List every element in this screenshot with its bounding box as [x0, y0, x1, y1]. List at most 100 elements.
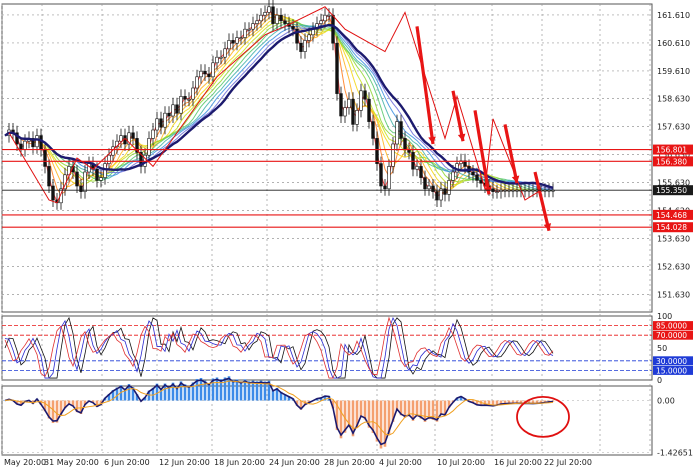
candle-down — [175, 104, 179, 114]
candle-up — [35, 135, 39, 148]
candle-up — [171, 104, 175, 117]
candle-down — [43, 149, 47, 167]
candle-down — [183, 96, 187, 100]
candle-up — [327, 14, 331, 17]
osc-y-tick: 50 — [657, 344, 667, 353]
hist-bar-positive — [239, 381, 243, 401]
candle-up — [151, 129, 155, 139]
hist-y-tick: -1.42651 — [657, 448, 693, 457]
candle-up — [263, 12, 267, 16]
hist-bar-negative — [379, 400, 383, 449]
candle-up — [187, 98, 191, 101]
candle-up — [83, 171, 87, 192]
candle-down — [79, 185, 83, 192]
candle-up — [107, 154, 111, 164]
candle-down — [291, 26, 295, 30]
candle-down — [131, 132, 135, 139]
candle-down — [231, 40, 235, 44]
hist-bar-positive — [215, 377, 219, 401]
candle-down — [51, 185, 55, 201]
candle-up — [303, 40, 307, 52]
candle-up — [495, 191, 499, 193]
candle-up — [243, 28, 247, 38]
candle-down — [203, 70, 207, 75]
y-tick-label: 160.610 — [657, 39, 690, 48]
x-tick-label: 4 Jul 20:00 — [379, 458, 422, 467]
candle-down — [423, 177, 427, 190]
candle-up — [235, 37, 239, 44]
price-level-label: 156.380 — [656, 157, 687, 166]
candle-up — [147, 138, 151, 156]
x-tick-label: 24 Jun 20:00 — [269, 458, 320, 467]
x-tick-label: 31 May 20:00 — [44, 458, 99, 467]
candle-up — [259, 14, 263, 22]
candle-up — [355, 110, 359, 125]
candle-up — [427, 185, 431, 190]
candle-up — [199, 70, 203, 78]
hist-bar-positive — [247, 381, 251, 401]
candle-up — [87, 163, 91, 173]
candle-down — [331, 14, 335, 44]
hist-bar-negative — [359, 400, 363, 418]
candle-down — [479, 180, 483, 184]
candle-down — [335, 42, 339, 94]
x-tick-label: 22 Jul 20:00 — [544, 458, 592, 467]
candle-down — [435, 191, 439, 201]
candle-down — [431, 185, 435, 192]
candle-down — [419, 166, 423, 178]
candle-up — [211, 62, 215, 78]
candle-up — [103, 163, 107, 178]
hist-y-tick: 0.00 — [657, 397, 675, 406]
candle-up — [307, 34, 311, 41]
candle-down — [367, 98, 371, 122]
candle-up — [155, 118, 159, 131]
candle-down — [383, 185, 387, 190]
hist-bar-positive — [231, 379, 235, 401]
candle-up — [223, 48, 227, 58]
candle-up — [255, 20, 259, 24]
candle-down — [339, 93, 343, 117]
candle-down — [371, 121, 375, 139]
candle-up — [99, 177, 103, 181]
candle-up — [347, 98, 351, 108]
candle-down — [19, 143, 23, 150]
candle-up — [119, 135, 123, 142]
candle-down — [411, 152, 415, 170]
hist-bar-positive — [187, 385, 191, 401]
candle-down — [375, 138, 379, 164]
candle-down — [75, 171, 79, 187]
candle-up — [219, 56, 223, 59]
candle-up — [251, 23, 255, 30]
candle-down — [271, 6, 275, 24]
candle-down — [95, 168, 99, 181]
x-tick-label: 10 Jul 20:00 — [437, 458, 485, 467]
candle-down — [351, 98, 355, 125]
hist-bar-positive — [255, 381, 259, 401]
osc-level-label: 70.0000 — [656, 331, 687, 340]
candle-up — [23, 140, 27, 150]
hist-bar-negative — [439, 400, 443, 416]
price-level-label: 154.468 — [656, 211, 687, 220]
candle-up — [275, 14, 279, 24]
osc-level-label: 15.0000 — [656, 366, 687, 375]
price-level-label: 156.801 — [656, 146, 687, 155]
x-tick-label: 6 Jun 20:00 — [104, 458, 150, 467]
x-tick-label: May 20:00 — [4, 458, 46, 467]
candle-down — [207, 73, 211, 78]
candle-down — [47, 166, 51, 187]
candle-up — [195, 76, 199, 89]
candle-up — [387, 166, 391, 190]
candle-down — [471, 171, 475, 176]
candle-up — [319, 20, 323, 24]
candle-up — [227, 40, 231, 50]
y-tick-label: 157.630 — [657, 122, 690, 131]
hist-bar-negative — [415, 400, 419, 417]
candle-up — [239, 37, 243, 39]
osc-y-tick: 0 — [657, 376, 662, 385]
panel-frame-0 — [1, 3, 653, 313]
candle-up — [359, 90, 363, 111]
candle-up — [447, 180, 451, 195]
candle-up — [451, 171, 455, 181]
y-tick-label: 153.630 — [657, 234, 690, 243]
candle-down — [379, 163, 383, 187]
